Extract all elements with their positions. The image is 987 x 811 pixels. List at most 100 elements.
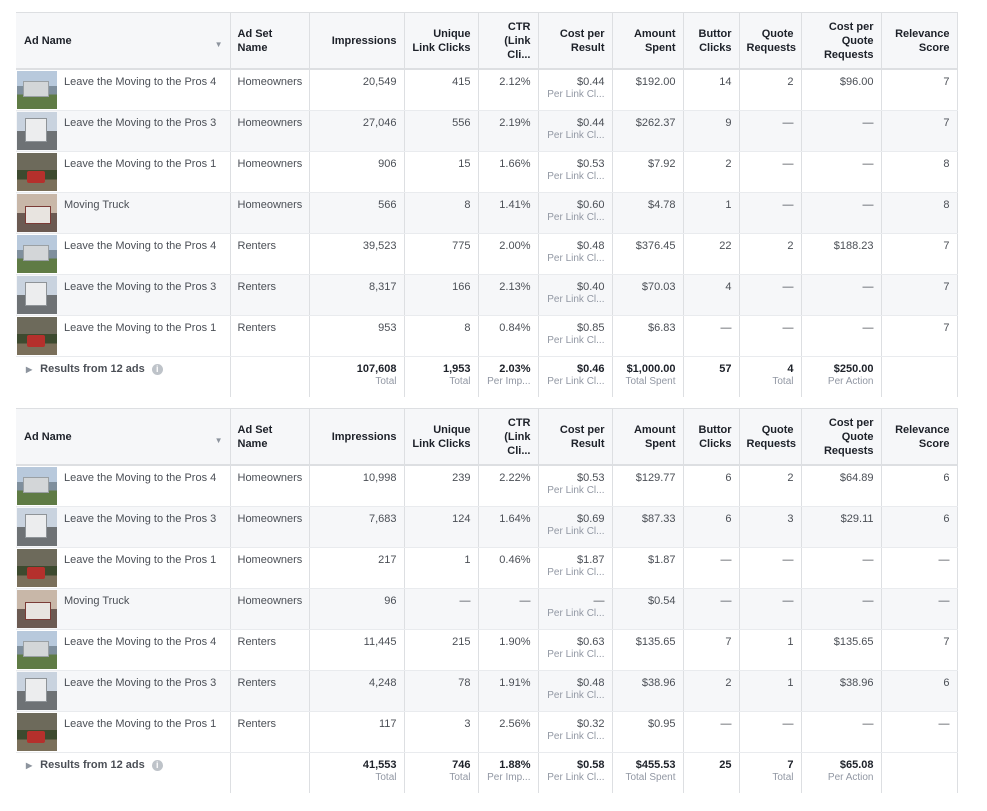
ad-name[interactable]: Leave the Moving to the Pros 1 xyxy=(64,316,216,335)
ad-name[interactable]: Moving Truck xyxy=(64,589,129,608)
unique-link-clicks-cell: 166 xyxy=(404,274,479,316)
ad-name-cell[interactable]: Leave the Moving to the Pros 3 xyxy=(16,506,231,548)
cost-per-quote-cell: — xyxy=(801,274,882,316)
table-row[interactable]: Leave the Moving to the Pros 3 Homeowner… xyxy=(16,506,958,548)
table-row[interactable]: Leave the Moving to the Pros 4 Homeowner… xyxy=(16,69,958,111)
column-header-ad-name[interactable]: Ad Name ▼ xyxy=(16,408,231,466)
column-header-relevance-score[interactable]: Relevance Score xyxy=(881,12,958,70)
info-icon[interactable]: i xyxy=(151,759,163,771)
total-impressions-cell: 41,553 Total xyxy=(309,752,405,793)
ad-name-cell[interactable]: Leave the Moving to the Pros 1 xyxy=(16,547,231,589)
ad-name-cell[interactable]: Leave the Moving to the Pros 4 xyxy=(16,233,231,275)
chevron-down-icon[interactable]: ▼ xyxy=(215,434,223,448)
button-clicks-cell: — xyxy=(683,315,740,357)
column-header-ad-set-name[interactable]: Ad Set Name xyxy=(230,12,310,70)
ad-name[interactable]: Leave the Moving to the Pros 3 xyxy=(64,507,216,526)
column-header-ad-name[interactable]: Ad Name ▼ xyxy=(16,12,231,70)
summary-empty-cell xyxy=(230,356,310,397)
column-header-ad-set-name[interactable]: Ad Set Name xyxy=(230,408,310,466)
table-row[interactable]: Leave the Moving to the Pros 1 Homeowner… xyxy=(16,547,958,589)
column-header-amount-spent[interactable]: Amount Spent xyxy=(612,408,684,466)
ad-name[interactable]: Leave the Moving to the Pros 1 xyxy=(64,152,216,171)
quote-requests-cell: — xyxy=(739,192,802,234)
ad-name-cell[interactable]: Leave the Moving to the Pros 3 xyxy=(16,110,231,152)
results-label[interactable]: Results from 12 ads xyxy=(40,759,145,771)
quote-requests-cell: — xyxy=(739,711,802,753)
ad-name-cell[interactable]: Leave the Moving to the Pros 1 xyxy=(16,315,231,357)
ad-name-cell[interactable]: Moving Truck xyxy=(16,588,231,630)
impressions-cell: 96 xyxy=(309,588,405,630)
column-header-cost-per-quote[interactable]: Cost per Quote Requests xyxy=(801,12,882,70)
ad-name[interactable]: Leave the Moving to the Pros 4 xyxy=(64,234,216,253)
ad-set-name-cell: Renters xyxy=(230,670,310,712)
ad-name[interactable]: Leave the Moving to the Pros 3 xyxy=(64,671,216,690)
ad-name[interactable]: Leave the Moving to the Pros 4 xyxy=(64,630,216,649)
report-table: Ad Name ▼ Ad Set Name Impressions Unique … xyxy=(16,408,958,793)
column-header-impressions[interactable]: Impressions xyxy=(309,408,405,466)
total-ctr-cell: 1.88% Per Imp... xyxy=(478,752,539,793)
total-amount-spent-cell: $1,000.00 Total Spent xyxy=(612,356,684,397)
button-clicks-cell: — xyxy=(683,588,740,630)
ad-name-cell[interactable]: Leave the Moving to the Pros 1 xyxy=(16,151,231,193)
table-row[interactable]: Leave the Moving to the Pros 3 Homeowner… xyxy=(16,110,958,152)
ad-name[interactable]: Moving Truck xyxy=(64,193,129,212)
ad-name[interactable]: Leave the Moving to the Pros 1 xyxy=(64,548,216,567)
column-header-quote-requests[interactable]: Quote Requests xyxy=(739,12,802,70)
unique-link-clicks-cell: 3 xyxy=(404,711,479,753)
ad-name[interactable]: Leave the Moving to the Pros 4 xyxy=(64,466,216,485)
ad-name[interactable]: Leave the Moving to the Pros 4 xyxy=(64,70,216,89)
ad-name[interactable]: Leave the Moving to the Pros 3 xyxy=(64,111,216,130)
relevance-score-cell: 6 xyxy=(881,506,958,548)
table-row[interactable]: Leave the Moving to the Pros 3 Renters 8… xyxy=(16,274,958,316)
column-header-relevance-score[interactable]: Relevance Score xyxy=(881,408,958,466)
total-quote-requests-cell: 7 Total xyxy=(739,752,802,793)
info-icon[interactable]: i xyxy=(151,363,163,375)
table-row[interactable]: Moving Truck Homeowners 96 — — — Per Link… xyxy=(16,588,958,630)
unique-link-clicks-cell: 415 xyxy=(404,69,479,111)
table-row[interactable]: Leave the Moving to the Pros 4 Renters 1… xyxy=(16,629,958,671)
ad-name-cell[interactable]: Moving Truck xyxy=(16,192,231,234)
column-header-quote-requests[interactable]: Quote Requests xyxy=(739,408,802,466)
column-header-amount-spent[interactable]: Amount Spent xyxy=(612,12,684,70)
column-header-ctr[interactable]: CTR (Link Cli... xyxy=(478,408,539,466)
ad-name-cell[interactable]: Leave the Moving to the Pros 4 xyxy=(16,465,231,507)
triangle-right-icon[interactable]: ▶ xyxy=(26,761,32,770)
column-header-button-clicks[interactable]: Buttor Clicks xyxy=(683,408,740,466)
ad-name-cell[interactable]: Leave the Moving to the Pros 1 xyxy=(16,711,231,753)
table-row[interactable]: Leave the Moving to the Pros 1 Renters 1… xyxy=(16,711,958,753)
triangle-right-icon[interactable]: ▶ xyxy=(26,365,32,374)
column-header-ctr[interactable]: CTR (Link Cli... xyxy=(478,12,539,70)
table-row[interactable]: Leave the Moving to the Pros 1 Homeowner… xyxy=(16,151,958,193)
table-row[interactable]: Leave the Moving to the Pros 1 Renters 9… xyxy=(16,315,958,357)
quote-requests-cell: — xyxy=(739,315,802,357)
ad-name-cell[interactable]: Leave the Moving to the Pros 4 xyxy=(16,69,231,111)
table-row[interactable]: Leave the Moving to the Pros 4 Homeowner… xyxy=(16,465,958,507)
ad-name-cell[interactable]: Leave the Moving to the Pros 3 xyxy=(16,274,231,316)
column-header-cost-per-quote[interactable]: Cost per Quote Requests xyxy=(801,408,882,466)
relevance-score-cell: — xyxy=(881,588,958,630)
ad-name[interactable]: Leave the Moving to the Pros 3 xyxy=(64,275,216,294)
column-header-button-clicks[interactable]: Buttor Clicks xyxy=(683,12,740,70)
ad-name[interactable]: Leave the Moving to the Pros 1 xyxy=(64,712,216,731)
column-header-cost-per-result[interactable]: Cost per Result xyxy=(538,408,613,466)
results-summary-cell[interactable]: ▶ Results from 12 ads i xyxy=(16,356,231,397)
results-label[interactable]: Results from 12 ads xyxy=(40,363,145,375)
column-header-unique-link-clicks[interactable]: Unique Link Clicks xyxy=(404,408,479,466)
ctr-cell: 2.00% xyxy=(478,233,539,275)
total-relevance-score-cell xyxy=(881,356,958,397)
cost-per-result-cell: $0.53 Per Link Cl... xyxy=(538,465,613,507)
column-header-cost-per-result[interactable]: Cost per Result xyxy=(538,12,613,70)
ad-thumbnail xyxy=(17,71,57,109)
chevron-down-icon[interactable]: ▼ xyxy=(215,38,223,52)
ad-name-cell[interactable]: Leave the Moving to the Pros 4 xyxy=(16,629,231,671)
column-header-unique-link-clicks[interactable]: Unique Link Clicks xyxy=(404,12,479,70)
table-row[interactable]: Leave the Moving to the Pros 3 Renters 4… xyxy=(16,670,958,712)
ad-set-name-cell: Renters xyxy=(230,233,310,275)
total-cost-per-quote-cell: $65.08 Per Action xyxy=(801,752,882,793)
ad-name-cell[interactable]: Leave the Moving to the Pros 3 xyxy=(16,670,231,712)
results-summary-cell[interactable]: ▶ Results from 12 ads i xyxy=(16,752,231,793)
table-row[interactable]: Leave the Moving to the Pros 4 Renters 3… xyxy=(16,233,958,275)
cost-per-quote-cell: — xyxy=(801,547,882,589)
column-header-impressions[interactable]: Impressions xyxy=(309,12,405,70)
table-row[interactable]: Moving Truck Homeowners 566 8 1.41% $0.6… xyxy=(16,192,958,234)
